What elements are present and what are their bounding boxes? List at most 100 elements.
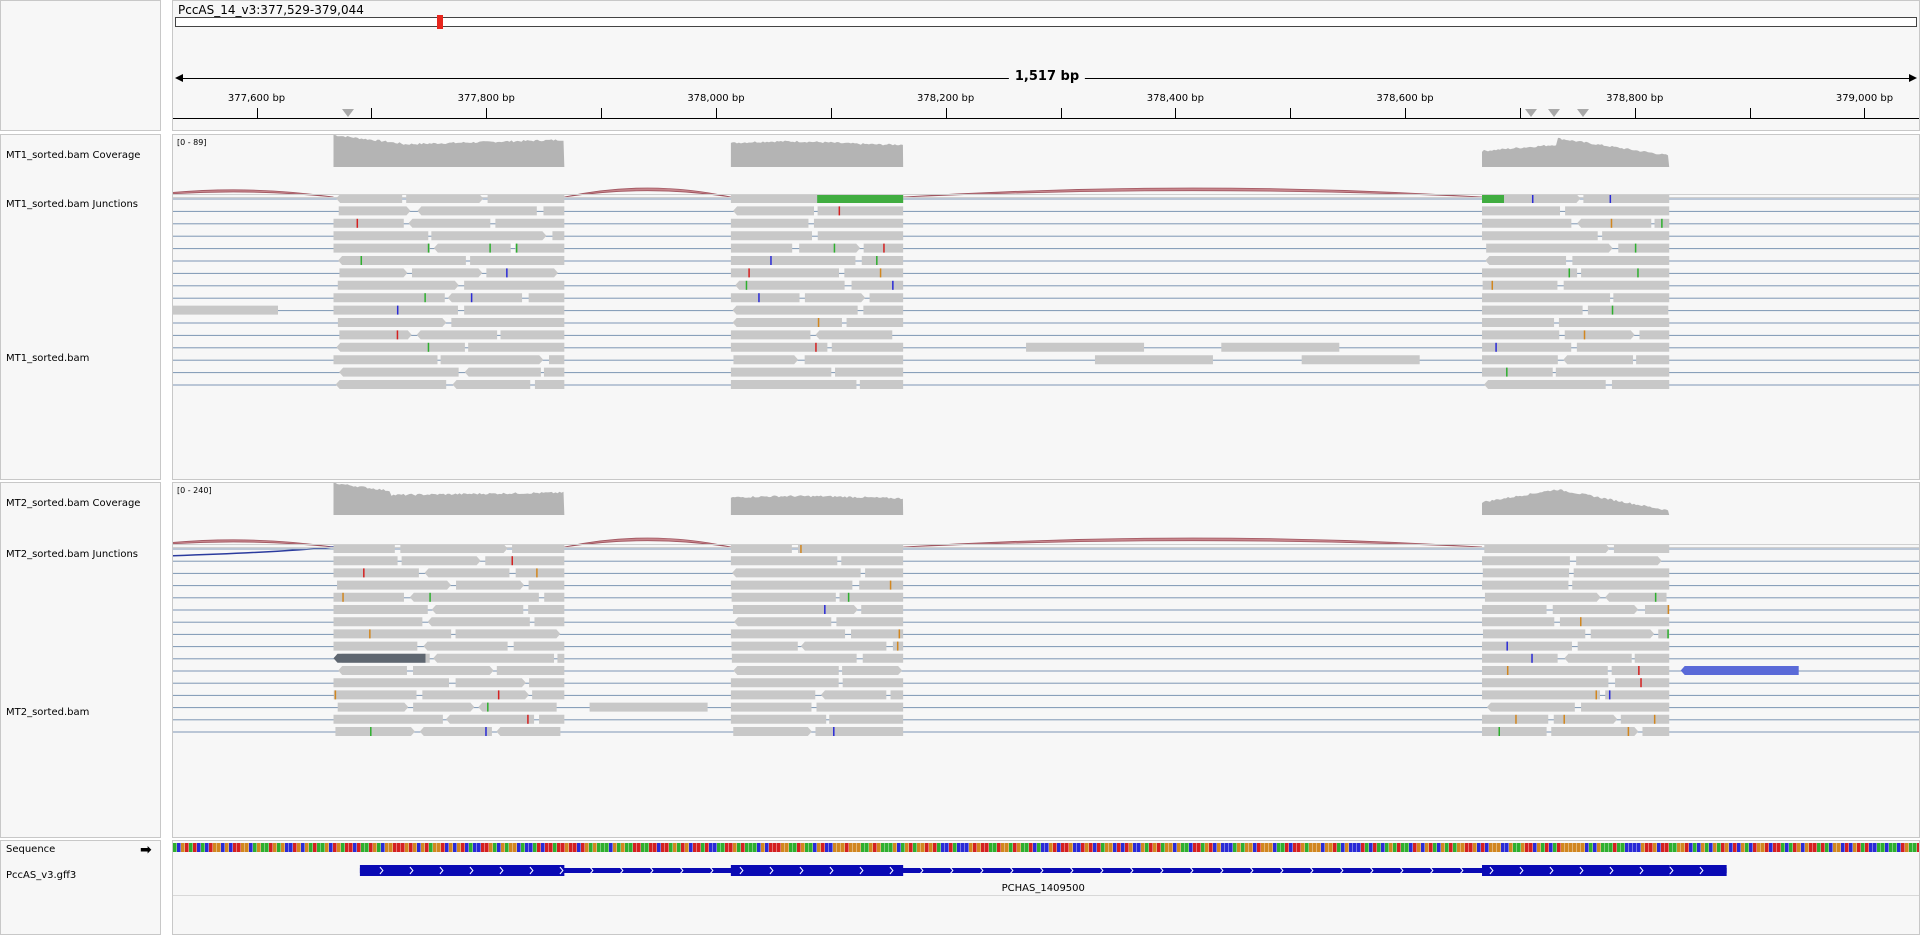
aligned-read: [532, 690, 565, 700]
feature-name-panel: Sequence PccAS_v3.gff3: [0, 840, 161, 935]
aligned-read: [730, 556, 838, 566]
mismatch-mark: [356, 218, 359, 228]
aligned-read: [1642, 727, 1670, 736]
aligned-read: [732, 568, 861, 578]
aligned-read: [836, 617, 904, 627]
sequence-base: [1509, 843, 1513, 852]
sequence-base: [1773, 843, 1777, 852]
mismatch-mark: [1506, 666, 1509, 675]
sequence-base: [389, 843, 393, 852]
sequence-base: [473, 843, 477, 852]
current-region-marker[interactable]: [437, 15, 443, 29]
sequence-label[interactable]: Sequence: [6, 844, 55, 855]
aligned-read: [730, 293, 800, 303]
aligned-read: [1583, 194, 1670, 203]
aligned-read: [844, 268, 904, 278]
chromosome-ideogram[interactable]: [175, 15, 1917, 29]
aligned-read: [1611, 666, 1670, 675]
annotation-label[interactable]: PccAS_v3.gff3: [6, 870, 76, 881]
aligned-read: [1486, 702, 1575, 712]
sequence-base: [181, 843, 185, 852]
sequence-base: [769, 843, 773, 852]
sequence-base: [1077, 843, 1081, 852]
mismatch-mark: [1531, 194, 1534, 203]
sequence-base: [1689, 843, 1693, 852]
mismatch-mark: [470, 293, 473, 303]
sequence-base: [585, 843, 589, 852]
sequence-base: [1625, 843, 1629, 852]
sequence-base: [1537, 843, 1541, 852]
feature-data-panel[interactable]: PCHAS_1409500: [172, 840, 1920, 935]
aligned-read: [333, 231, 429, 241]
sequence-base: [1437, 843, 1441, 852]
mismatch-mark: [427, 342, 430, 352]
aligned-read: [816, 702, 904, 712]
aligned-read: [451, 318, 565, 327]
aligned-read: [1482, 629, 1586, 639]
sequence-base: [981, 843, 985, 852]
aligned-read: [1482, 305, 1583, 315]
aligned-read: [732, 605, 858, 614]
mt1-data-panel[interactable]: [0 - 89]: [172, 134, 1920, 480]
mt2-data-panel[interactable]: [0 - 240]: [172, 482, 1920, 838]
sequence-strand-arrow-icon[interactable]: ➡: [140, 842, 152, 858]
ruler-tick-label: 378,000 bp: [687, 93, 745, 104]
sequence-base: [437, 843, 441, 852]
sequence-base: [1633, 843, 1637, 852]
sequence-base: [681, 843, 685, 852]
junction-arc: [903, 187, 1483, 198]
mismatch-mark: [770, 256, 772, 265]
sequence-base: [341, 843, 345, 852]
sequence-base: [197, 843, 201, 852]
mismatch-mark: [748, 268, 750, 278]
mt1-coverage-label[interactable]: MT1_sorted.bam Coverage: [6, 150, 140, 161]
sequence-base: [961, 843, 965, 852]
coverage-histogram: [1482, 489, 1670, 515]
sequence-base: [1153, 843, 1157, 852]
aligned-read: [1639, 330, 1670, 340]
feature-marker-icon[interactable]: [1577, 109, 1590, 117]
sequence-base: [1525, 843, 1529, 852]
sequence-base: [637, 843, 641, 852]
aligned-read: [1484, 592, 1601, 602]
sequence-base: [1517, 843, 1521, 852]
aligned-read: [512, 544, 565, 553]
mismatch-mark: [396, 330, 399, 340]
aligned-read: [339, 268, 408, 278]
sequence-base: [1025, 843, 1029, 852]
aligned-read: [733, 617, 832, 627]
sequence-base: [265, 843, 269, 852]
mt2-tracks-canvas[interactable]: [173, 483, 1920, 838]
feature-marker-icon[interactable]: [1525, 109, 1538, 117]
sequence-base: [1809, 843, 1813, 852]
sequence-base: [373, 843, 377, 852]
sequence-base: [1493, 843, 1497, 852]
feature-marker-icon[interactable]: [1548, 109, 1561, 117]
mt1-tracks-canvas[interactable]: [173, 135, 1920, 480]
sequence-base: [817, 843, 821, 852]
sequence-base: [1693, 843, 1697, 852]
mt1-alignments-label[interactable]: MT1_sorted.bam: [6, 353, 89, 364]
sequence-base: [1285, 843, 1289, 852]
mismatch-mark: [892, 280, 894, 290]
aligned-read: [406, 194, 484, 203]
sequence-base: [1397, 843, 1401, 852]
ruler-panel[interactable]: PccAS_14_v3:377,529-379,044 1,517 bp 377…: [172, 0, 1920, 131]
sequence-base: [1137, 843, 1141, 852]
mt1-junctions-label[interactable]: MT1_sorted.bam Junctions: [6, 199, 138, 210]
mt2-coverage-label[interactable]: MT2_sorted.bam Coverage: [6, 498, 140, 509]
sequence-base: [1601, 843, 1605, 852]
sequence-base: [1641, 843, 1645, 852]
ruler-minor-tick: [830, 108, 832, 118]
sequence-base: [777, 843, 781, 852]
sequence-base: [1181, 843, 1185, 852]
sequence-base: [569, 843, 573, 852]
mt2-alignments-label[interactable]: MT2_sorted.bam: [6, 707, 89, 718]
junction-arc: [173, 539, 334, 548]
aligned-read: [534, 617, 565, 627]
sequence-base: [1353, 843, 1357, 852]
feature-marker-icon[interactable]: [342, 109, 355, 117]
sequence-base: [1381, 843, 1385, 852]
ruler-tick: [1634, 108, 1636, 118]
mt2-junctions-label[interactable]: MT2_sorted.bam Junctions: [6, 549, 138, 560]
